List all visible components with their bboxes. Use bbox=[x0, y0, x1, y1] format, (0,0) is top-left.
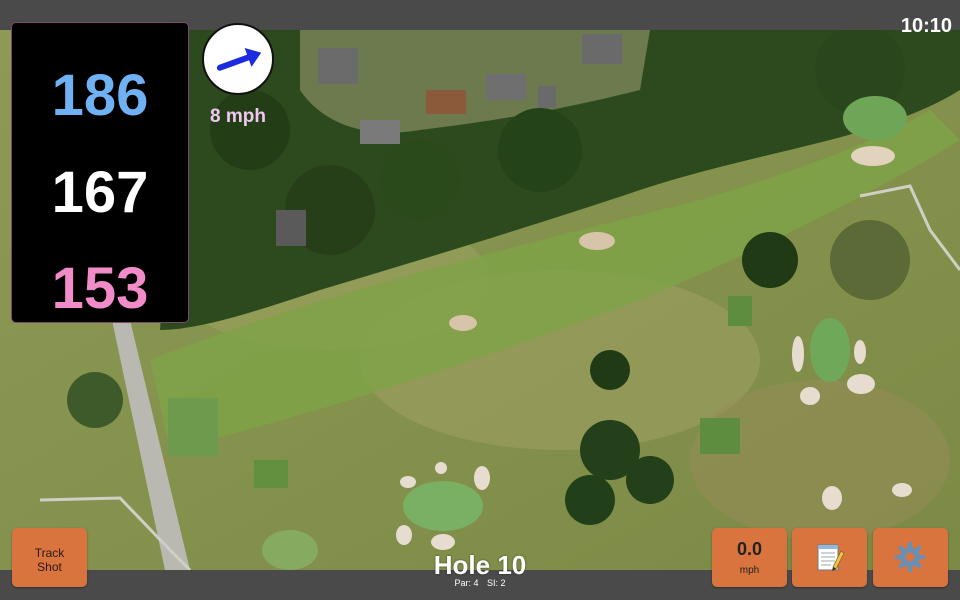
hole-details: Par: 4 SI: 2 bbox=[380, 578, 580, 588]
wind-direction-arrow-icon bbox=[216, 48, 262, 71]
back-distance: 186 bbox=[51, 63, 149, 128]
clock: 10:10 bbox=[900, 15, 952, 37]
middle-distance: 167 bbox=[51, 160, 149, 225]
front-distance: 153 bbox=[51, 256, 149, 321]
hole-par: Par: 4 bbox=[454, 578, 479, 588]
distance-panel: 186 167 153 bbox=[11, 22, 189, 323]
gear-icon bbox=[895, 542, 925, 572]
track-shot-label-line1: Track bbox=[34, 546, 65, 560]
settings-button[interactable] bbox=[873, 528, 948, 587]
wind-speed: 8 mph bbox=[210, 106, 266, 127]
notepad-icon bbox=[817, 544, 845, 571]
hole-title: Hole 10 bbox=[433, 550, 527, 580]
golf-gps-screen: 10:10 186 167 153 8 mph Hole 10 Par: 4 S… bbox=[0, 0, 960, 600]
wind-indicator bbox=[202, 23, 274, 95]
notes-button[interactable] bbox=[792, 528, 867, 587]
swing-speed-unit: mph bbox=[739, 565, 760, 576]
swing-speed-button[interactable]: 0.0 mph bbox=[712, 528, 787, 587]
track-shot-button[interactable]: Track Shot bbox=[12, 528, 87, 587]
track-shot-label-line2: Shot bbox=[37, 560, 62, 574]
hole-stroke-index: SI: 2 bbox=[487, 578, 506, 588]
swing-speed-value: 0.0 bbox=[736, 539, 763, 559]
